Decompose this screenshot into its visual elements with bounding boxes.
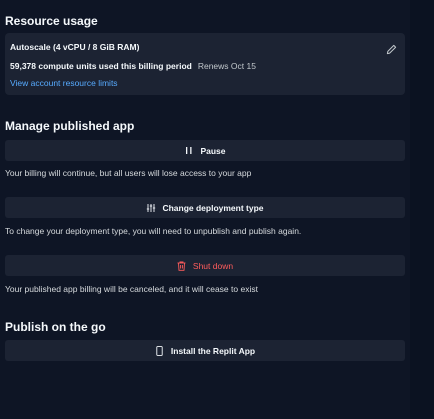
install-replit-app-button[interactable]: Install the Replit App (5, 340, 405, 361)
trash-icon (177, 261, 187, 271)
phone-icon (155, 345, 165, 356)
publish-on-the-go-heading: Publish on the go (5, 320, 106, 334)
change-type-description: To change your deployment type, you will… (5, 226, 302, 236)
install-replit-app-label: Install the Replit App (170, 345, 256, 356)
plan-label: Autoscale (4 vCPU / 8 GiB RAM) (10, 42, 140, 52)
resource-usage-card: Autoscale (4 vCPU / 8 GiB RAM) 59,378 co… (5, 33, 405, 95)
shut-down-label: Shut down (192, 260, 234, 271)
shut-down-button[interactable]: Shut down (5, 255, 405, 276)
change-deployment-type-label: Change deployment type (162, 202, 264, 213)
pause-description: Your billing will continue, but all user… (5, 168, 252, 178)
pause-label: Pause (200, 145, 226, 156)
change-deployment-type-button[interactable]: Change deployment type (5, 197, 405, 218)
sliders-icon (146, 203, 156, 213)
usage-line: 59,378 compute units used this billing p… (10, 61, 256, 71)
right-edge-panel (410, 0, 434, 419)
pause-icon (184, 146, 194, 156)
view-resource-limits-link[interactable]: View account resource limits (10, 78, 118, 88)
compute-units-text: 59,378 compute units used this billing p… (10, 61, 192, 71)
pause-button[interactable]: Pause (5, 140, 405, 161)
shut-down-description: Your published app billing will be cance… (5, 284, 258, 294)
manage-app-heading: Manage published app (5, 119, 135, 133)
pencil-icon[interactable] (386, 42, 397, 55)
renews-text: Renews Oct 15 (197, 61, 256, 71)
resource-usage-heading: Resource usage (5, 14, 98, 28)
